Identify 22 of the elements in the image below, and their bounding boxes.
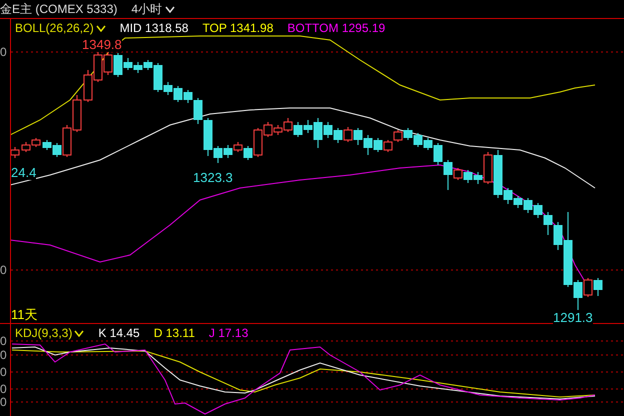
indicator-label[interactable]: KDJ(9,3,3): [15, 326, 84, 340]
price-label: 11天: [11, 307, 38, 322]
axis-label: 0: [0, 365, 7, 379]
price-label: 1349.8: [82, 37, 122, 52]
axis-label: 0: [0, 263, 7, 277]
period-dropdown[interactable]: 4小时: [131, 0, 176, 18]
axis-label: 0: [0, 45, 7, 59]
indicator-reading: TOP 1341.98: [202, 21, 274, 35]
indicator-reading: BOTTOM 1295.19: [287, 21, 386, 35]
price-label: 24.4: [11, 165, 36, 180]
symbol-label: 金E主 (COMEX 5333): [0, 0, 118, 18]
indicator-label[interactable]: BOLL(26,26,2): [15, 21, 106, 35]
axis-label: 0: [0, 334, 7, 348]
axis-label: 0: [0, 395, 7, 409]
axis-label: 0: [0, 348, 7, 362]
price-label: 1291.3: [553, 310, 593, 325]
price-label: 1323.3: [193, 170, 233, 185]
indicator-reading: D 13.11: [154, 326, 195, 340]
axis-label: 0: [0, 382, 7, 396]
indicator-reading: MID 1318.58: [120, 21, 188, 35]
indicator-reading: K 14.45: [98, 326, 140, 340]
indicator-reading: J 17.13: [208, 326, 248, 340]
